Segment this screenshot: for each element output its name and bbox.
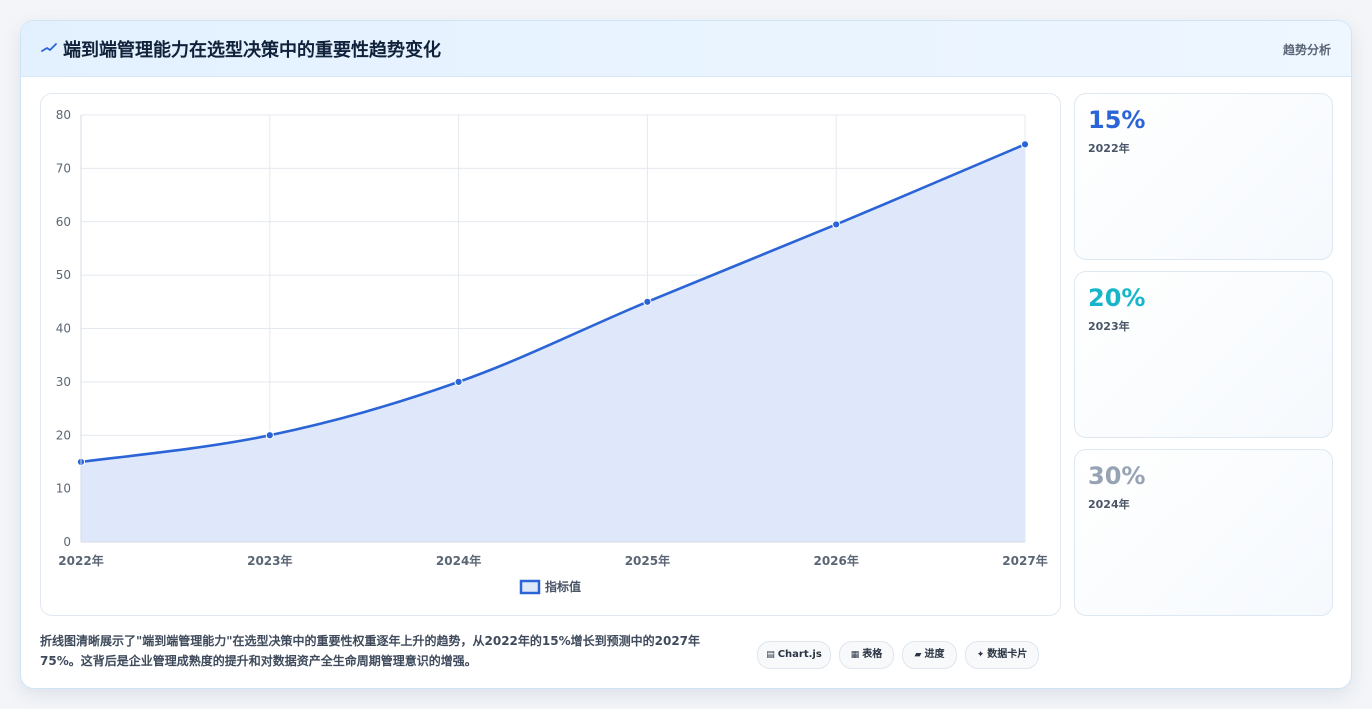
- x-tick-label: 2027年: [1002, 553, 1047, 568]
- chip-data-card[interactable]: ✦ 数据卡片: [965, 641, 1039, 669]
- chart-container: 0 10 20 30 40 50 60 70 80 2022年 2023年 2024年 2025年 202…: [40, 93, 1061, 616]
- chart-card: 端到端管理能力在选型决策中的重要性趋势变化 趋势分析 0 10 20 30 40 50 60…: [20, 20, 1352, 689]
- data-point: [1020, 140, 1030, 149]
- data-point: [832, 220, 841, 229]
- y-tick-label: 60: [56, 215, 71, 229]
- y-tick-label: 40: [56, 322, 71, 336]
- stat-card-2023: 20% 2023年: [1074, 271, 1333, 438]
- page-title: 端到端管理能力在选型决策中的重要性趋势变化: [63, 40, 441, 61]
- table-icon: ▦: [850, 650, 860, 660]
- stat-value: 20%: [1088, 284, 1146, 312]
- stat-label: 2022年: [1088, 142, 1130, 155]
- chip-label: Chart.js: [777, 649, 822, 660]
- chip-label: 数据卡片: [987, 649, 1028, 660]
- x-tick-label: 2026年: [813, 553, 858, 568]
- stat-label: 2023年: [1088, 320, 1130, 333]
- card-header: 端到端管理能力在选型决策中的重要性趋势变化 趋势分析: [21, 21, 1351, 77]
- line-chart: 0 10 20 30 40 50 60 70 80 2022年 2023年 2024年 2025年 202…: [56, 108, 1048, 595]
- legend-swatch: [519, 579, 541, 595]
- y-tick-label: 0: [63, 535, 71, 549]
- sparkle-icon: ✦: [976, 650, 985, 660]
- stat-label: 2024年: [1088, 498, 1130, 511]
- chip-label: 表格: [862, 649, 883, 660]
- x-tick-label: 2023年: [247, 553, 292, 568]
- stat-value: 30%: [1088, 462, 1146, 490]
- chip-table[interactable]: ▦ 表格: [839, 641, 894, 669]
- stat-value: 15%: [1088, 106, 1146, 134]
- y-tick-label: 10: [56, 482, 71, 496]
- y-tick-label: 70: [56, 161, 71, 175]
- y-tick-label: 20: [56, 428, 71, 442]
- data-point: [265, 431, 274, 440]
- analysis-tag[interactable]: 趋势分析: [1283, 41, 1331, 58]
- chart-description: 折线图清晰展示了"端到端管理能力"在选型决策中的重要性权重逐年上升的趋势，从20…: [40, 634, 701, 668]
- data-point: [454, 377, 463, 386]
- stat-card-2022: 15% 2022年: [1074, 93, 1333, 260]
- y-tick-label: 80: [56, 108, 71, 122]
- x-tick-label: 2024年: [436, 553, 481, 568]
- chip-label: 进度: [924, 649, 945, 660]
- chip-chartjs[interactable]: ▤ Chart.js: [757, 641, 831, 669]
- chip-progress[interactable]: ▰ 进度: [902, 641, 957, 669]
- x-tick-label: 2022年: [58, 553, 103, 568]
- y-tick-label: 30: [56, 375, 71, 389]
- x-tick-label: 2025年: [625, 553, 670, 568]
- stat-card-2024: 30% 2024年: [1074, 449, 1333, 616]
- data-point: [643, 297, 652, 306]
- trend-icon: [41, 43, 57, 52]
- chart-icon: ▤: [766, 650, 775, 660]
- legend-label: 指标值: [545, 579, 581, 594]
- y-tick-label: 50: [56, 268, 71, 282]
- progress-icon: ▰: [914, 650, 922, 660]
